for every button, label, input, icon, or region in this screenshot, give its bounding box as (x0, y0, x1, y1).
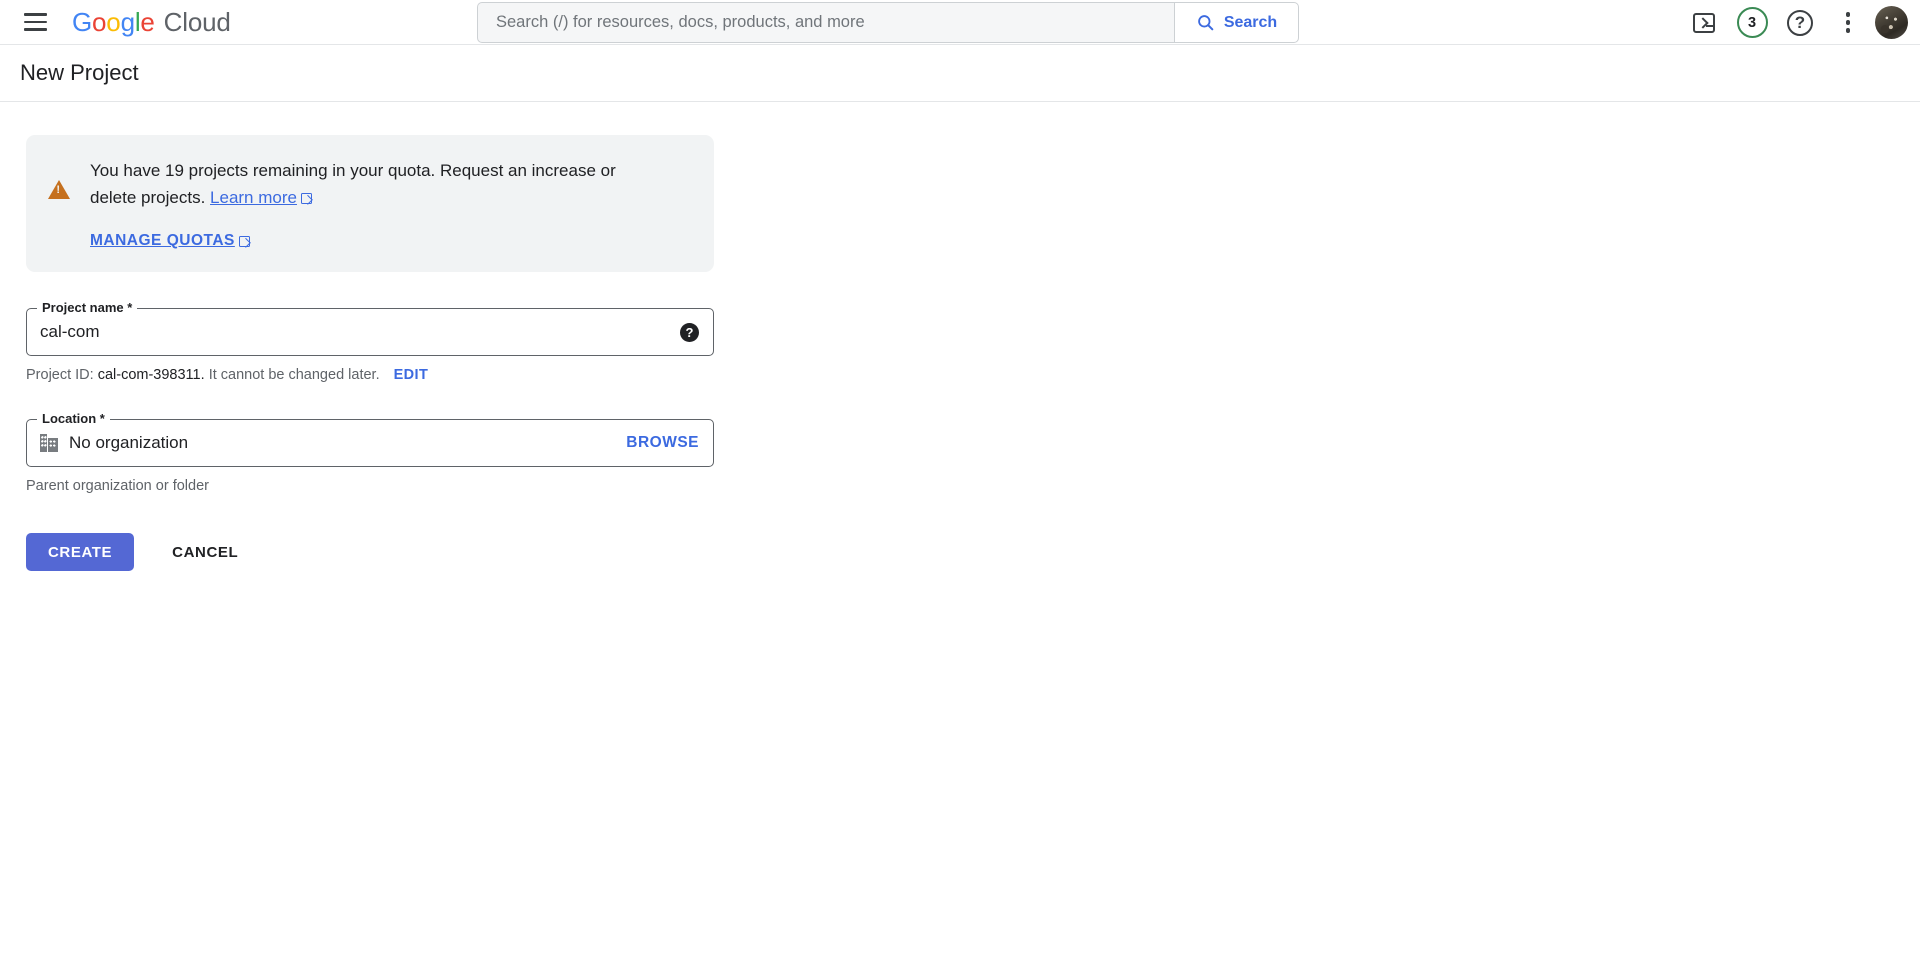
header-actions: 3 ? (1683, 0, 1920, 45)
external-link-icon (301, 193, 312, 204)
location-value: No organization (69, 433, 626, 453)
form-actions: CREATE CANCEL (26, 533, 1920, 571)
kebab-dot (1846, 20, 1851, 25)
quota-message: You have 19 projects remaining in your q… (90, 157, 650, 211)
cloud-shell-button[interactable] (1683, 2, 1725, 44)
warning-triangle-icon (48, 180, 70, 199)
help-button[interactable]: ? (1779, 2, 1821, 44)
logo-letter-g2: g (121, 7, 135, 38)
hamburger-line (24, 28, 47, 31)
organization-building-icon (40, 434, 58, 452)
search-button-label: Search (1224, 14, 1277, 32)
top-navigation-bar: GoogleCloud Search 3 ? (0, 0, 1920, 45)
manage-quotas-link[interactable]: MANAGE QUOTAS (90, 232, 250, 250)
project-name-field[interactable]: Project name * ? (26, 308, 714, 356)
quota-notice-body: You have 19 projects remaining in your q… (90, 157, 650, 250)
project-id-prefix: Project ID: (26, 367, 94, 383)
page-title: New Project (20, 60, 139, 86)
manage-quotas-label: MANAGE QUOTAS (90, 232, 235, 250)
project-id-suffix: It cannot be changed later. (209, 367, 380, 383)
browse-location-button[interactable]: BROWSE (626, 434, 699, 452)
location-helper: Parent organization or folder (26, 478, 1920, 494)
location-field[interactable]: Location * No organization BROWSE (26, 419, 714, 467)
logo-letter-o1: o (92, 7, 106, 38)
quota-notice: You have 19 projects remaining in your q… (26, 135, 714, 272)
more-vertical-icon (1837, 10, 1859, 36)
kebab-dot (1846, 28, 1851, 33)
project-name-label: Project name * (37, 300, 137, 315)
external-link-icon (239, 236, 250, 247)
hamburger-line (24, 21, 47, 24)
help-circle-icon: ? (1787, 10, 1813, 36)
help-filled-icon[interactable]: ? (680, 323, 699, 342)
location-label: Location * (37, 411, 110, 426)
kebab-dot (1846, 12, 1851, 17)
page-header: New Project (0, 45, 1920, 102)
edit-project-id-link[interactable]: EDIT (394, 367, 429, 383)
logo-product-name: Cloud (164, 7, 231, 38)
search-button[interactable]: Search (1174, 2, 1299, 43)
more-options-button[interactable] (1827, 2, 1869, 44)
learn-more-link[interactable]: Learn more (210, 188, 297, 207)
create-button[interactable]: CREATE (26, 533, 134, 571)
logo-letter-o2: o (106, 7, 120, 38)
logo-letter-g: G (72, 7, 92, 38)
hamburger-menu-icon[interactable] (12, 0, 58, 45)
notification-badge: 3 (1737, 7, 1768, 38)
quota-message-text: You have 19 projects remaining in your q… (90, 161, 616, 207)
logo-letter-e: e (140, 7, 154, 38)
main-content: You have 19 projects remaining in your q… (0, 102, 1920, 571)
search-input[interactable] (477, 2, 1174, 43)
cancel-button[interactable]: CANCEL (152, 533, 258, 571)
notifications-button[interactable]: 3 (1731, 2, 1773, 44)
hamburger-line (24, 13, 47, 16)
global-search: Search (477, 2, 1299, 43)
avatar[interactable] (1875, 6, 1908, 39)
project-name-input[interactable] (40, 322, 680, 342)
terminal-icon (1693, 13, 1715, 33)
project-id-value: cal-com-398311. (98, 367, 205, 383)
project-id-helper: Project ID: cal-com-398311. It cannot be… (26, 367, 1920, 383)
search-icon (1196, 13, 1215, 32)
google-cloud-logo[interactable]: GoogleCloud (72, 7, 231, 38)
